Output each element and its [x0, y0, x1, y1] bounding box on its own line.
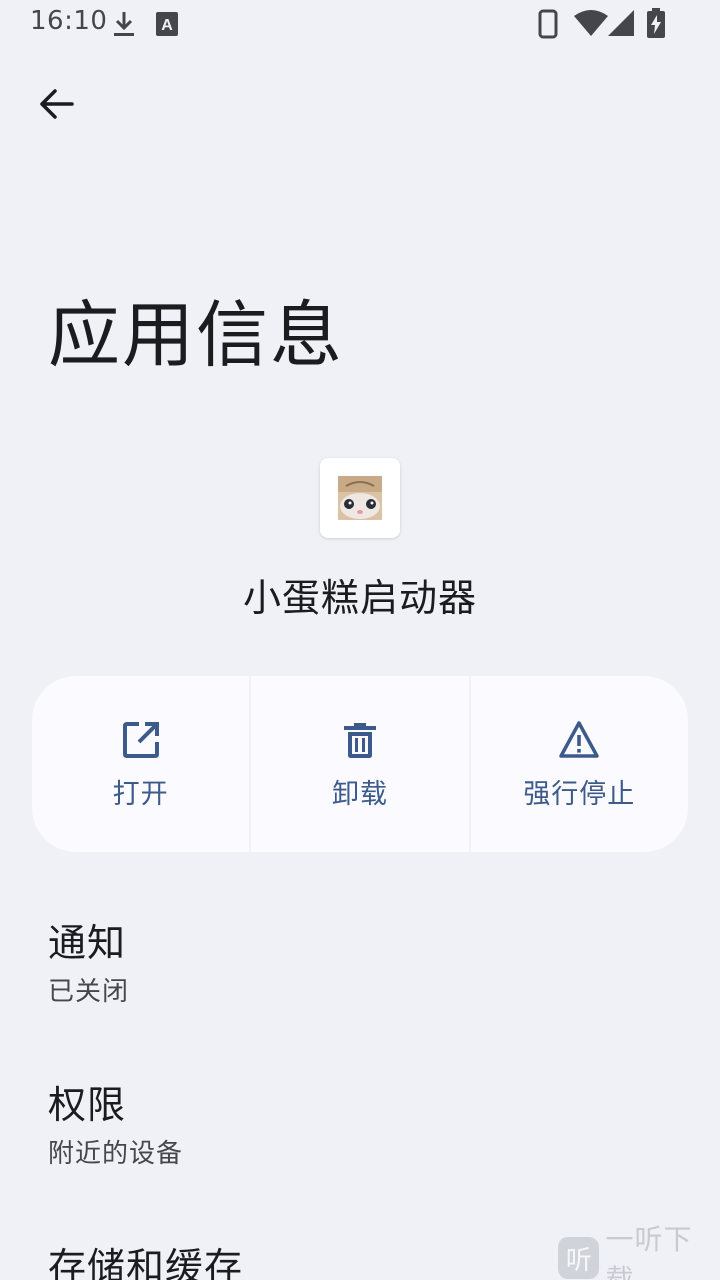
watermark-badge: 听 — [558, 1237, 600, 1279]
force-stop-button[interactable]: 强行停止 — [470, 676, 688, 852]
back-button[interactable] — [24, 72, 88, 136]
app-icon-cat-photo — [338, 476, 382, 520]
download-icon — [114, 12, 134, 36]
pref-title: 权限 — [48, 1083, 127, 1127]
pref-permissions[interactable]: 权限 附近的设备 — [48, 1074, 183, 1170]
pref-summary: 已关闭 — [48, 977, 130, 1007]
watermark-text: 一听下载 — [605, 1223, 693, 1280]
pref-title: 存储和缓存 — [48, 1245, 244, 1280]
page-title: 应用信息 — [48, 293, 345, 377]
pref-storage[interactable]: 存储和缓存 — [48, 1236, 243, 1280]
trash-icon — [343, 723, 376, 758]
font-a-icon: A — [156, 12, 178, 36]
cell-signal-icon — [608, 10, 634, 36]
status-time: 16:10 — [30, 6, 108, 36]
watermark: 听 一听下载 — [558, 1223, 720, 1280]
status-bar: 16:10 A — [0, 0, 720, 48]
uninstall-button-label: 卸载 — [331, 779, 388, 810]
app-name: 小蛋糕启动器 — [242, 576, 477, 620]
pref-title: 通知 — [48, 921, 127, 965]
open-button-label: 打开 — [112, 779, 169, 810]
open-button[interactable]: 打开 — [32, 676, 250, 852]
pref-summary: 附近的设备 — [48, 1139, 184, 1169]
battery-charging-icon — [647, 8, 665, 38]
action-bar: 打开 卸载 强行停止 — [32, 676, 688, 852]
wifi-icon — [574, 10, 608, 36]
app-icon — [320, 458, 400, 538]
warning-icon — [559, 721, 600, 758]
app-info-screen: 16:10 A 应用信息 小蛋糕启动器 打开 卸载 强行停止 通知 已关闭 权限… — [0, 0, 720, 1280]
arrow-back-icon — [40, 89, 74, 119]
pref-notifications[interactable]: 通知 已关闭 — [48, 912, 129, 1008]
svg-text:A: A — [161, 17, 173, 34]
uninstall-button[interactable]: 卸载 — [251, 676, 469, 852]
phone-icon — [538, 9, 558, 39]
open-external-icon — [122, 722, 159, 758]
force-stop-button-label: 强行停止 — [523, 779, 636, 810]
